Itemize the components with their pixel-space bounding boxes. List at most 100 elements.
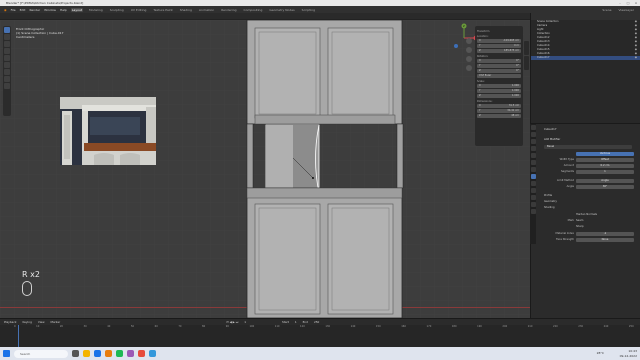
current-frame-field[interactable]: 1	[244, 320, 246, 324]
move-icon[interactable]	[4, 41, 10, 47]
scene-selector[interactable]: Scene	[601, 8, 612, 12]
menu-window[interactable]: Window	[44, 8, 56, 12]
tab-tool[interactable]	[524, 41, 529, 55]
object-props-icon[interactable]	[530, 167, 536, 172]
tab-texture-paint[interactable]: Texture Paint	[152, 8, 173, 12]
play-controls[interactable]: ⏮ ◀ ▶ ⏭	[226, 320, 238, 324]
windows-start-icon[interactable]	[3, 350, 10, 357]
modifier-props-icon[interactable]	[530, 174, 536, 179]
outliner-row-selected[interactable]: Cube.017 ◉	[531, 56, 640, 60]
menu-marker[interactable]: Marker	[51, 320, 61, 324]
amount-row[interactable]: Amount 0.2 cm	[540, 164, 636, 168]
spotify-icon[interactable]	[116, 350, 123, 357]
scale-y-field[interactable]: Y 1.000	[477, 89, 521, 93]
harden-normals-checkbox[interactable]: Harden Normals	[540, 213, 636, 217]
dimensions-y-field[interactable]: Y 34.41 cm	[477, 109, 521, 113]
tab-shading[interactable]: Shading	[179, 8, 193, 12]
menu-keying[interactable]: Keying	[22, 320, 31, 324]
rotation-mode-dropdown[interactable]: XYZ Euler	[477, 74, 521, 78]
render-props-icon[interactable]	[530, 132, 536, 137]
cursor-icon[interactable]	[4, 34, 10, 40]
view-layer-selector[interactable]: ViewLayer	[618, 8, 635, 12]
output-props-icon[interactable]	[530, 139, 536, 144]
constraints-props-icon[interactable]	[530, 195, 536, 200]
menu-view[interactable]: View	[38, 320, 45, 324]
add-cube-icon[interactable]	[4, 83, 10, 89]
y-axis-icon[interactable]	[454, 44, 458, 48]
scale-icon[interactable]	[4, 55, 10, 61]
playhead[interactable]	[18, 325, 19, 347]
dimensions-x-field[interactable]: X 31.5 cm	[477, 104, 521, 108]
limit-method-row[interactable]: Limit Method Angle	[540, 179, 636, 183]
modifier-name-field[interactable]: Bevel	[544, 145, 632, 149]
3d-viewport[interactable]	[0, 20, 530, 318]
data-props-icon[interactable]	[530, 202, 536, 207]
start-frame-field[interactable]: 1	[295, 320, 297, 324]
material-props-icon[interactable]	[530, 209, 536, 214]
tool-props-icon[interactable]	[530, 125, 536, 130]
weather-temperature[interactable]: 28°C	[597, 347, 604, 360]
tab-item[interactable]	[524, 26, 529, 40]
dimensions-z-field[interactable]: Z 48 cm	[477, 114, 521, 118]
segments-field[interactable]: 1	[576, 170, 634, 174]
limit-method-dropdown[interactable]: Angle	[576, 179, 634, 183]
face-strength-dropdown[interactable]: None	[576, 238, 634, 242]
width-type-row[interactable]: Width Type Offset	[540, 158, 636, 162]
rotation-x-field[interactable]: X 0°	[477, 59, 521, 63]
tab-scripting[interactable]: Scripting	[301, 8, 316, 12]
location-y-field[interactable]: Y0 m	[477, 44, 521, 48]
segments-row[interactable]: Segments 1	[540, 170, 636, 174]
taskbar-search[interactable]: Search	[14, 349, 68, 358]
file-explorer-icon[interactable]	[83, 350, 90, 357]
blender-logo-icon[interactable]: ◉	[4, 8, 7, 12]
width-type-dropdown[interactable]: Offset	[576, 158, 634, 162]
menu-help[interactable]: Help	[60, 8, 67, 12]
physics-props-icon[interactable]	[530, 188, 536, 193]
camera-icon[interactable]	[466, 56, 472, 62]
blender-taskbar-icon[interactable]	[105, 350, 112, 357]
particles-props-icon[interactable]	[530, 181, 536, 186]
tab-uv-editing[interactable]: UV Editing	[130, 8, 148, 12]
angle-row[interactable]: Angle 30°	[540, 185, 636, 189]
menu-render[interactable]: Render	[29, 8, 40, 12]
scale-x-field[interactable]: X 1.000	[477, 84, 521, 88]
world-props-icon[interactable]	[530, 160, 536, 165]
scale-z-field[interactable]: Z 1.000	[477, 94, 521, 98]
material-index-row[interactable]: Material Index -1	[540, 232, 636, 236]
pan-icon[interactable]	[466, 47, 472, 53]
app-icon[interactable]	[127, 350, 134, 357]
tab-modeling[interactable]: Modeling	[88, 8, 104, 12]
shading-panel[interactable]: Shading	[540, 206, 636, 210]
tab-layout[interactable]: Layout	[70, 7, 84, 12]
location-z-field[interactable]: Z 185.875 cm	[477, 49, 521, 53]
tab-rendering[interactable]: Rendering	[220, 8, 237, 12]
taskbar-clock[interactable]: 10:43 09-12-2022	[620, 347, 637, 360]
rotation-y-field[interactable]: Y 0°	[477, 64, 521, 68]
measure-icon[interactable]	[4, 76, 10, 82]
modifier-header[interactable]: Bevel	[540, 145, 636, 149]
annotate-icon[interactable]	[4, 69, 10, 75]
material-index-field[interactable]: -1	[576, 232, 634, 236]
select-box-icon[interactable]	[4, 27, 10, 33]
tab-geometry-nodes[interactable]: Geometry Nodes	[268, 8, 295, 12]
grid-icon[interactable]	[466, 65, 472, 71]
mark-sharp-checkbox[interactable]: Sharp	[540, 225, 636, 229]
menu-edit[interactable]: Edit	[20, 8, 26, 12]
mark-seam-checkbox[interactable]: Mark Seam	[540, 219, 636, 223]
timeline[interactable]: 0 10 20 30 40 50 60 70 80 90 100 110 120 130 140 150 160…	[0, 325, 640, 347]
app-icon[interactable]	[149, 350, 156, 357]
geometry-panel[interactable]: Geometry	[540, 200, 636, 204]
end-frame-field[interactable]: 250	[314, 320, 319, 324]
location-x-field[interactable]: X -109.665 cm	[477, 39, 521, 43]
reference-image[interactable]	[60, 97, 156, 165]
rotation-z-field[interactable]: Z 0°	[477, 69, 521, 73]
object-name-field[interactable]: Cube.017	[540, 128, 636, 132]
add-modifier-button[interactable]: Add Modifier	[540, 138, 636, 142]
cabinet-model[interactable]	[235, 20, 415, 318]
affect-value[interactable]: Vertices	[576, 152, 634, 156]
tab-view[interactable]	[524, 56, 529, 70]
face-strength-row[interactable]: Face Strength None	[540, 238, 636, 242]
zoom-icon[interactable]	[466, 38, 472, 44]
tab-animation[interactable]: Animation	[198, 8, 215, 12]
scene-props-icon[interactable]	[530, 153, 536, 158]
